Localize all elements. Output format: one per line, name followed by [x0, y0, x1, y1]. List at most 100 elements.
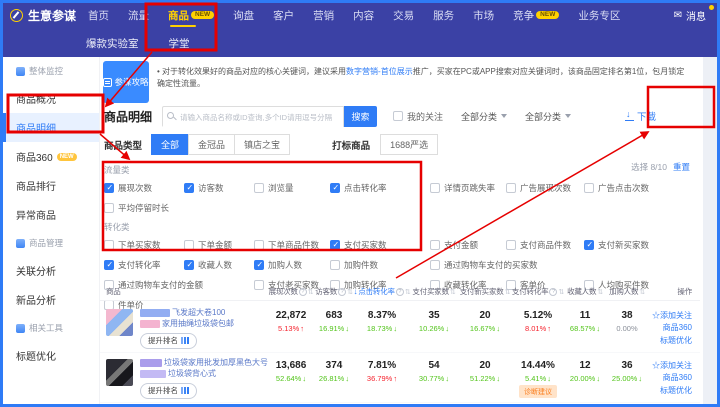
sidebar-item-abnormal-products[interactable]: 异常商品	[3, 200, 99, 229]
column-header-展现次数[interactable]: 展现次数?⇅	[268, 286, 314, 297]
nav-item-product[interactable]: 商品NEW	[168, 0, 214, 30]
nav-item-business-zone[interactable]: 业务专区	[578, 0, 620, 30]
rank-boost-button[interactable]: 提升排名	[140, 383, 197, 399]
sidebar-item-product-detail[interactable]: 商品明细	[3, 113, 99, 142]
column-header-加购人数[interactable]: 加购人数⇅	[606, 286, 648, 297]
column-header-收藏人数[interactable]: 收藏人数⇅	[564, 286, 606, 297]
metric-checkbox-下单买家数[interactable]: 下单买家数	[104, 239, 184, 251]
search-button[interactable]: 搜索	[344, 106, 377, 127]
metric-checkbox-支付商品件数[interactable]: 支付商品件数	[506, 239, 584, 251]
metric-checkbox-支付金额[interactable]: 支付金额	[430, 239, 506, 251]
checkbox-icon[interactable]	[254, 240, 264, 250]
sort-icon[interactable]: ⇅	[505, 288, 511, 296]
action-商品360[interactable]: 商品360	[663, 372, 692, 384]
download-button[interactable]: 下载	[625, 109, 656, 123]
metric-checkbox-加购人数[interactable]: 加购人数	[254, 259, 330, 271]
strategy-tag[interactable]: 参谋攻略	[103, 61, 149, 103]
banner-link[interactable]: 数字营销-首位展示	[346, 67, 413, 76]
nav-item-trade[interactable]: 交易	[393, 0, 414, 30]
sidebar-item-product-360[interactable]: 商品360NEW	[3, 142, 99, 171]
metric-checkbox-支付新买家数[interactable]: 支付新买家数	[584, 239, 649, 251]
app-logo[interactable]: 生意参谋	[10, 7, 88, 24]
nav-item-traffic[interactable]: 流量	[128, 0, 149, 30]
sort-icon[interactable]: ⇅	[450, 288, 456, 296]
search-input[interactable]	[163, 108, 343, 127]
metric-checkbox-点击转化率[interactable]: 点击转化率	[330, 182, 430, 194]
sort-icon[interactable]: ⇅	[639, 288, 645, 296]
metric-checkbox-收藏人数[interactable]: 收藏人数	[184, 259, 254, 271]
sort-icon[interactable]: ⇅	[308, 288, 314, 296]
message-entry[interactable]: ✉ 消息	[674, 8, 706, 23]
category-select-1[interactable]: 全部分类	[461, 110, 507, 123]
diagnosis-suggestion-badge[interactable]: 诊断建议	[519, 385, 557, 398]
checkbox-icon[interactable]	[184, 260, 194, 270]
column-header-支付转化率[interactable]: 支付转化率?⇅	[512, 286, 564, 297]
checkbox-icon[interactable]	[584, 183, 594, 193]
nav-item-market[interactable]: 市场	[473, 0, 494, 30]
product-title-line2[interactable]: 家用抽绳垃圾袋包邮	[140, 319, 268, 330]
my-focus-checkbox[interactable]	[393, 111, 403, 121]
column-header-点击转化率[interactable]: ↓点击转化率?⇅	[354, 286, 410, 297]
nav-item-customer[interactable]: 客户	[273, 0, 294, 30]
checkbox-icon[interactable]	[104, 240, 114, 250]
metric-checkbox-平均停留时长[interactable]: 平均停留时长	[104, 202, 184, 214]
checkbox-icon[interactable]	[430, 183, 440, 193]
metric-checkbox-下单商品件数[interactable]: 下单商品件数	[254, 239, 330, 251]
column-header-访客数[interactable]: 访客数?⇅	[314, 286, 354, 297]
product-title-line1[interactable]: 垃圾袋家用批发加厚黑色大号厨房	[140, 358, 268, 369]
sidebar-group-product-management[interactable]: 商品管理	[3, 229, 99, 256]
checkbox-icon[interactable]	[254, 260, 264, 270]
column-header-支付买家数[interactable]: 支付买家数⇅	[410, 286, 458, 297]
nav-item-marketing[interactable]: 营销	[313, 0, 334, 30]
type-option-镇店之宝[interactable]: 镇店之宝	[234, 134, 290, 155]
action-商品360[interactable]: 商品360	[663, 322, 692, 334]
checkbox-icon[interactable]	[430, 240, 440, 250]
rank-boost-button[interactable]: 提升排名	[140, 333, 197, 349]
metric-checkbox-支付转化率[interactable]: 支付转化率	[104, 259, 184, 271]
help-icon[interactable]: ?	[549, 288, 557, 296]
product-thumbnail[interactable]	[106, 359, 133, 386]
metric-checkbox-浏览量[interactable]: 浏览量	[254, 182, 330, 194]
checkbox-icon[interactable]	[184, 240, 194, 250]
checkbox-icon[interactable]	[330, 183, 340, 193]
metric-checkbox-通过购物车支付的买家数[interactable]: 通过购物车支付的买家数	[430, 259, 649, 271]
column-header-支付新买家数[interactable]: 支付新买家数⇅	[458, 286, 512, 297]
sort-icon[interactable]: ⇅	[347, 288, 353, 296]
nav-item-content[interactable]: 内容	[353, 0, 374, 30]
metric-checkbox-下单金额[interactable]: 下单金额	[184, 239, 254, 251]
nav-item-home[interactable]: 首页	[88, 0, 109, 30]
help-icon[interactable]: ?	[396, 288, 404, 296]
checkbox-icon[interactable]	[506, 183, 516, 193]
sort-icon[interactable]: ⇅	[597, 288, 603, 296]
sidebar-item-title-optimization[interactable]: 标题优化	[3, 341, 99, 370]
metric-checkbox-展现次数[interactable]: 展现次数	[104, 182, 184, 194]
checkbox-icon[interactable]	[254, 183, 264, 193]
sidebar-group-related-tools[interactable]: 相关工具	[3, 314, 99, 341]
metric-checkbox-访客数[interactable]: 访客数	[184, 182, 254, 194]
checkbox-icon[interactable]	[584, 240, 594, 250]
subnav-item-hot-item-lab[interactable]: 爆款实验室	[86, 36, 139, 51]
action-标题优化[interactable]: 标题优化	[660, 385, 692, 397]
metric-checkbox-广告点击次数[interactable]: 广告点击次数	[584, 182, 649, 194]
sidebar-item-product-ranking[interactable]: 商品排行	[3, 171, 99, 200]
product-title-line2[interactable]: 垃圾袋背心式	[140, 369, 268, 380]
action-添加关注[interactable]: ☆添加关注	[652, 360, 692, 372]
checkbox-icon[interactable]	[330, 260, 340, 270]
action-标题优化[interactable]: 标题优化	[660, 335, 692, 347]
tag-option-button[interactable]: 1688严选	[380, 134, 438, 155]
checkbox-icon[interactable]	[506, 240, 516, 250]
metric-checkbox-详情页跳失率[interactable]: 详情页跳失率	[430, 182, 506, 194]
sidebar-item-new-product-analysis[interactable]: 新品分析	[3, 285, 99, 314]
sidebar-item-product-overview[interactable]: 商品概况	[3, 84, 99, 113]
nav-item-competition[interactable]: 竞争NEW	[513, 0, 559, 30]
checkbox-icon[interactable]	[104, 183, 114, 193]
nav-item-service[interactable]: 服务	[433, 0, 454, 30]
subnav-item-academy[interactable]: 学堂	[169, 36, 190, 51]
help-icon[interactable]: ?	[299, 288, 307, 296]
reset-button[interactable]: 重置	[673, 161, 690, 173]
checkbox-icon[interactable]	[330, 240, 340, 250]
product-thumbnail[interactable]	[106, 309, 133, 336]
checkbox-icon[interactable]	[104, 203, 114, 213]
help-icon[interactable]: ?	[338, 288, 346, 296]
metric-checkbox-支付买家数[interactable]: 支付买家数	[330, 239, 430, 251]
